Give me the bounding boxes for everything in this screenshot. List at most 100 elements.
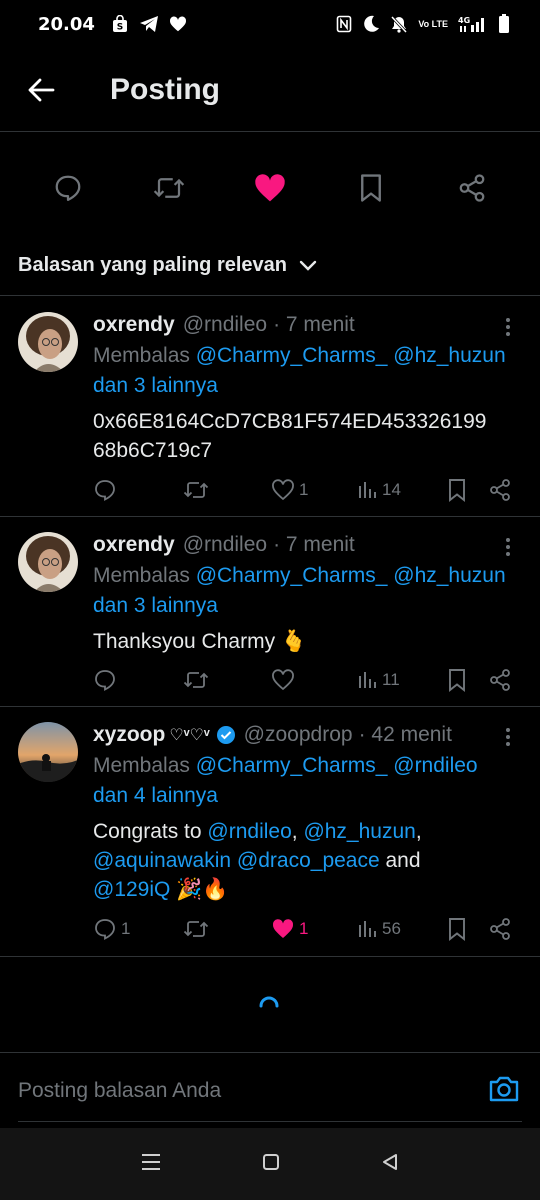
reply-button[interactable] xyxy=(41,161,95,215)
back-button[interactable] xyxy=(0,78,110,102)
home-button[interactable] xyxy=(261,1152,281,1177)
reply-views-button[interactable]: 56 xyxy=(358,919,401,939)
reply-like-button[interactable]: 1 xyxy=(271,479,308,501)
camera-button[interactable] xyxy=(488,1075,520,1108)
reply-views-button[interactable]: 14 xyxy=(358,480,401,500)
reply-item[interactable]: oxrendy @rndileo · 7 menit Membalas @Cha… xyxy=(0,517,540,707)
mention-link[interactable]: @aquinawakin xyxy=(93,849,231,872)
bookmark-button[interactable] xyxy=(344,161,398,215)
sort-replies-dropdown[interactable]: Balasan yang paling relevan xyxy=(0,236,540,296)
text-segment: , xyxy=(415,820,422,843)
battery-icon xyxy=(498,14,510,34)
others-link[interactable]: dan 4 lainnya xyxy=(93,784,218,807)
reply-handle[interactable]: @rndileo xyxy=(183,313,267,337)
volte-icon: Vo LTE xyxy=(418,18,448,29)
avatar[interactable] xyxy=(18,722,78,782)
reply-comment-button[interactable] xyxy=(93,478,121,502)
heart-status-icon xyxy=(169,16,187,32)
like-count: 1 xyxy=(299,480,309,499)
post-action-bar xyxy=(0,140,540,236)
mention-link[interactable]: @Charmy_Charms_ xyxy=(196,754,388,777)
reply-author-name[interactable]: oxrendy xyxy=(93,533,175,557)
reply-bookmark-button[interactable] xyxy=(447,478,467,502)
reply-author-name[interactable]: xyzoop xyxy=(93,723,165,747)
recents-button[interactable] xyxy=(140,1153,162,1176)
mention-link[interactable]: @Charmy_Charms_ xyxy=(196,344,388,367)
chevron-down-icon xyxy=(299,260,317,271)
sort-label: Balasan yang paling relevan xyxy=(18,254,287,276)
reply-time: · 7 menit xyxy=(273,533,355,556)
mention-link[interactable]: @rndileo xyxy=(393,754,477,777)
repost-button[interactable] xyxy=(142,161,196,215)
reply-comment-button[interactable]: 1 xyxy=(93,917,130,941)
share-icon xyxy=(490,479,510,501)
reply-like-button[interactable]: 1 xyxy=(271,918,308,940)
system-nav-bar xyxy=(0,1128,540,1200)
more-options-icon[interactable] xyxy=(498,535,518,559)
reply-handle[interactable]: @rndileo xyxy=(183,533,267,557)
share-button[interactable] xyxy=(445,161,499,215)
reply-actions: 11 xyxy=(93,662,512,698)
reply-views-button[interactable]: 11 xyxy=(358,670,400,690)
avatar[interactable] xyxy=(18,532,78,592)
others-link[interactable]: dan 3 lainnya xyxy=(93,594,218,617)
input-underline xyxy=(18,1121,522,1122)
heart-filled-icon xyxy=(255,174,285,202)
text-segment: , xyxy=(291,820,304,843)
mention-link[interactable]: @draco_peace xyxy=(237,849,380,872)
reply-text: Thanksyou Charmy 🫰 xyxy=(93,630,308,653)
repost-icon xyxy=(183,672,209,688)
mention-link[interactable]: @rndileo xyxy=(207,820,291,843)
shopping-bag-icon: S xyxy=(111,15,129,33)
status-time: 20.04 xyxy=(38,13,95,35)
mention-link[interactable]: @hz_huzun xyxy=(303,820,415,843)
mention-link[interactable]: @129iQ xyxy=(93,878,170,901)
comment-icon xyxy=(95,919,115,940)
reply-bookmark-button[interactable] xyxy=(447,917,467,941)
name-decoration: ♡ᵛ♡ᵛ xyxy=(169,727,210,744)
repost-icon xyxy=(183,482,209,498)
reply-input[interactable]: Posting balasan Anda xyxy=(18,1079,221,1103)
share-icon xyxy=(459,174,484,202)
arrow-left-icon xyxy=(28,78,55,101)
heart-filled-icon xyxy=(272,919,294,938)
reply-item[interactable]: xyzoop ♡ᵛ♡ᵛ @zoopdrop · 42 menit Membala… xyxy=(0,707,540,957)
reply-comment-button[interactable] xyxy=(93,668,121,692)
top-bar: Posting xyxy=(0,48,540,132)
mention-link[interactable]: @hz_huzun xyxy=(393,344,505,367)
reply-repost-button[interactable] xyxy=(183,478,209,502)
heart-icon xyxy=(272,479,294,501)
replying-to-label: Membalas xyxy=(93,564,196,587)
reply-like-button[interactable] xyxy=(271,669,299,691)
like-button[interactable] xyxy=(243,161,297,215)
others-link[interactable]: dan 3 lainnya xyxy=(93,374,218,397)
reply-repost-button[interactable] xyxy=(183,917,209,941)
moon-icon xyxy=(362,15,380,33)
reply-share-button[interactable] xyxy=(488,478,512,502)
reply-repost-button[interactable] xyxy=(183,668,209,692)
reply-share-button[interactable] xyxy=(488,917,512,941)
views-count: 11 xyxy=(382,670,400,689)
reply-count: 1 xyxy=(121,919,131,938)
reply-composer: Posting balasan Anda xyxy=(0,1052,540,1128)
reply-item[interactable]: oxrendy @rndileo · 7 menit Membalas @Cha… xyxy=(0,297,540,517)
mention-link[interactable]: @Charmy_Charms_ xyxy=(196,564,388,587)
more-options-icon[interactable] xyxy=(498,725,518,749)
nfc-icon xyxy=(336,15,352,33)
more-options-icon[interactable] xyxy=(498,315,518,339)
reply-handle[interactable]: @zoopdrop xyxy=(244,723,353,747)
reply-author-name[interactable]: oxrendy xyxy=(93,313,175,337)
views-icon xyxy=(359,482,376,498)
repost-icon xyxy=(154,178,185,198)
reply-actions: 1 1 56 xyxy=(93,911,512,947)
system-back-button[interactable] xyxy=(380,1152,400,1177)
reply-time: · 42 menit xyxy=(358,723,452,746)
comment-icon xyxy=(56,175,81,201)
status-bar: 20.04 S Vo LTE 4G xyxy=(0,0,540,48)
reply-text-line: 0x66E8164CcD7CB81F574ED453326199 xyxy=(93,410,487,433)
reply-share-button[interactable] xyxy=(488,668,512,692)
replying-to-label: Membalas xyxy=(93,344,196,367)
mention-link[interactable]: @hz_huzun xyxy=(393,564,505,587)
reply-bookmark-button[interactable] xyxy=(447,668,467,692)
avatar[interactable] xyxy=(18,312,78,372)
